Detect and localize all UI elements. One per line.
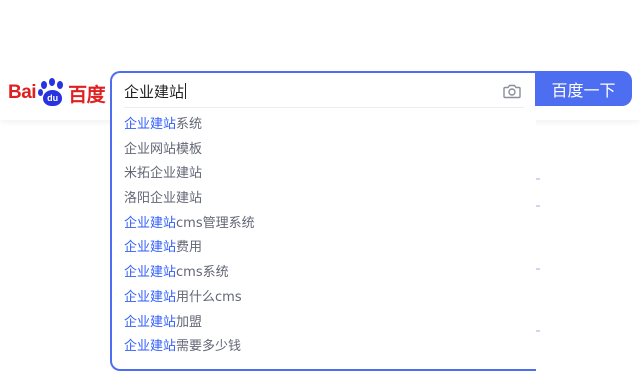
paw-icon: du xyxy=(38,78,66,108)
suggestion-item[interactable]: 企业网站模板 xyxy=(112,138,536,163)
suggestion-item[interactable]: 企业建站需要多少钱 xyxy=(112,335,536,360)
suggestion-highlight: 企业建站 xyxy=(124,339,177,355)
suggestion-item[interactable]: 企业建站加盟 xyxy=(112,311,536,336)
suggestion-highlight: 企业建站 xyxy=(124,314,177,330)
baidu-logo[interactable]: Bai du 百度 xyxy=(8,75,106,111)
suggestion-text: cms系统 xyxy=(176,265,229,281)
suggestion-highlight: 企业建站 xyxy=(124,289,177,305)
background-fragment xyxy=(536,268,540,270)
suggestion-item[interactable]: 米拓企业建站 xyxy=(112,162,536,187)
suggestion-highlight: 企业建站 xyxy=(124,240,177,256)
input-divider xyxy=(124,107,524,108)
suggestion-highlight: 企业建站 xyxy=(124,265,177,281)
background-fragment xyxy=(536,178,540,180)
logo-text-bai: Bai xyxy=(8,82,37,103)
suggestion-text: 洛阳企业建站 xyxy=(124,191,203,207)
suggestion-text: 加盟 xyxy=(176,314,203,330)
suggestion-highlight: 企业建站 xyxy=(124,215,177,231)
suggestion-item[interactable]: 企业建站费用 xyxy=(112,236,536,261)
suggestion-text: 系统 xyxy=(176,117,203,132)
search-input[interactable]: 企业建站 xyxy=(124,81,484,103)
search-box: 企业建站 企业建站系统 企业网站模板 米拓企业建站 洛阳企业建站 企业建站cms管理系统… xyxy=(110,71,536,371)
suggestion-text: 米拓企业建站 xyxy=(124,166,203,182)
suggestion-item[interactable]: 企业建站用什么cms xyxy=(112,286,536,311)
suggestion-item[interactable]: 企业建站cms管理系统 xyxy=(112,212,536,237)
background-fragment xyxy=(536,205,540,207)
suggestion-highlight: 企业建站 xyxy=(124,117,177,132)
suggestion-text: 需要多少钱 xyxy=(176,339,242,355)
search-button[interactable]: 百度一下 xyxy=(535,71,632,106)
text-caret xyxy=(185,83,187,99)
camera-icon[interactable] xyxy=(502,81,522,101)
suggestion-text: 企业网站模板 xyxy=(124,141,203,157)
suggestion-text: cms管理系统 xyxy=(176,215,255,231)
background-fragment xyxy=(536,330,540,332)
suggestion-item[interactable]: 企业建站cms系统 xyxy=(112,261,536,286)
logo-text-cn: 百度 xyxy=(68,84,106,106)
suggestion-item[interactable]: 洛阳企业建站 xyxy=(112,187,536,212)
search-input-value: 企业建站 xyxy=(124,83,185,101)
suggestion-list: 企业建站系统 企业网站模板 米拓企业建站 洛阳企业建站 企业建站cms管理系统 企业建站费… xyxy=(112,113,536,360)
logo-text-du: du xyxy=(43,90,63,106)
suggestion-text: 用什么cms xyxy=(176,289,242,305)
suggestion-text: 费用 xyxy=(176,240,203,256)
suggestion-item[interactable]: 企业建站系统 xyxy=(112,113,536,138)
